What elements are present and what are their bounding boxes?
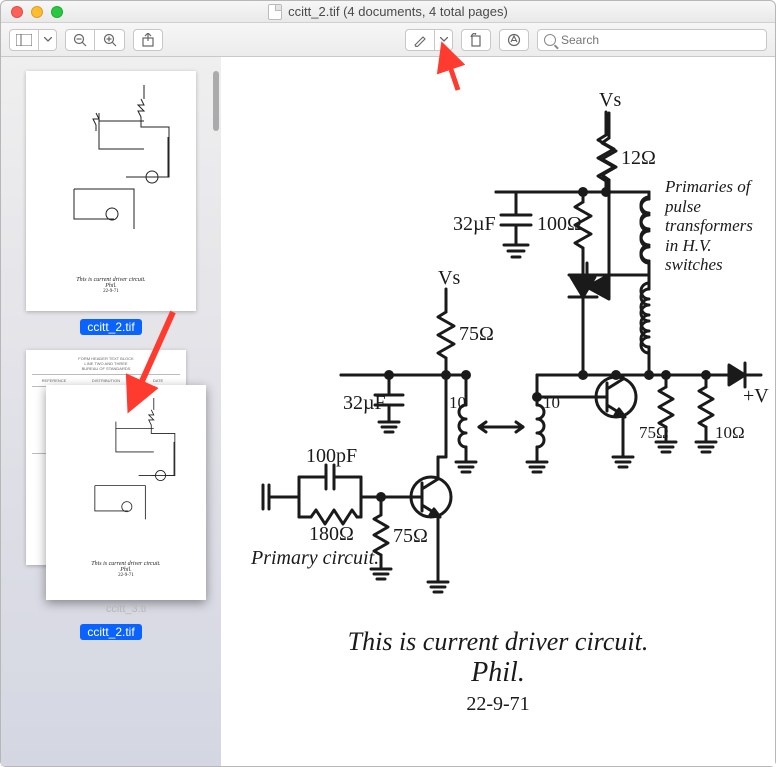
thumbnail-label: ccitt_2.tif (80, 319, 141, 335)
titlebar: ccitt_2.tif (4 documents, 4 total pages) (1, 1, 775, 23)
date: 22-9-71 (221, 693, 775, 716)
preview-window: ccitt_2.tif (4 documents, 4 total pages) (0, 0, 776, 767)
thumbnail-label: ccitt_2.tif (80, 624, 141, 640)
zoom-in-icon (103, 33, 117, 47)
label-12ohm: 12Ω (621, 147, 656, 170)
share-button[interactable] (133, 29, 163, 51)
label-l10b: 10 (543, 393, 560, 413)
chevron-down-icon (440, 37, 448, 42)
search-icon (544, 34, 556, 46)
ghost-label: ccitt_3.ti (46, 602, 206, 616)
search-field[interactable] (537, 29, 767, 51)
label-180ohm: 180Ω (309, 523, 354, 546)
zoom-out-button[interactable] (65, 29, 95, 51)
label-l10a: 10 (449, 393, 466, 413)
label-primaries: Primaries of pulse transformers in H.V. … (665, 177, 765, 275)
highlight-dropdown[interactable] (435, 29, 453, 51)
thumbnail-item[interactable]: FORM HEADER TEXT BLOCKLINE TWO AND THREE… (26, 350, 196, 641)
thumbnail-drag-stack: FORM HEADER TEXT BLOCKLINE TWO AND THREE… (26, 350, 196, 600)
zoom-out-icon (73, 33, 87, 47)
close-window-button[interactable] (11, 6, 23, 18)
signature: Phil. (221, 657, 775, 689)
search-input[interactable] (561, 33, 760, 47)
label-100ohm: 100Ω (537, 213, 582, 236)
rotate-button[interactable] (461, 29, 491, 51)
label-75b: 75Ω (393, 525, 428, 548)
zoom-in-button[interactable] (95, 29, 125, 51)
share-icon (142, 33, 154, 47)
zoom-window-button[interactable] (51, 6, 63, 18)
window-controls (1, 6, 63, 18)
label-10ohm: 10Ω (715, 423, 745, 443)
label-vs-top: Vs (599, 89, 621, 112)
chevron-down-icon (44, 37, 52, 42)
sidebar-icon (16, 34, 32, 46)
title-text: ccitt_2.tif (4 documents, 4 total pages) (288, 4, 508, 19)
caption: This is current driver circuit. (221, 627, 775, 657)
label-32uf-a: 32µF (453, 213, 496, 236)
label-primary-circuit: Primary circuit. (251, 547, 379, 569)
label-32uf-b: 32µF (343, 392, 386, 415)
highlight-button[interactable] (405, 29, 435, 51)
dragged-page: This is current driver circuit.Phil. 22-… (46, 385, 206, 600)
markup-icon (507, 33, 521, 47)
zoom-group (65, 29, 125, 51)
view-mode-group (9, 29, 57, 51)
sidebar-thumbnails-button[interactable] (9, 29, 39, 51)
thumbnail-item[interactable]: This is current driver circuit.Phil. 22-… (26, 71, 196, 336)
toolbar (1, 23, 775, 57)
document-icon (268, 4, 282, 20)
thumbnail-page: This is current driver circuit.Phil. 22-… (26, 71, 196, 311)
label-100pf: 100pF (306, 445, 357, 468)
markup-group (405, 29, 453, 51)
circuit-drawing: Vs 12Ω Primaries of pulse transformers i… (221, 57, 775, 766)
rotate-icon (469, 33, 483, 47)
document-view[interactable]: Vs 12Ω Primaries of pulse transformers i… (221, 57, 775, 766)
label-75a: 75Ω (459, 323, 494, 346)
view-mode-dropdown[interactable] (39, 29, 57, 51)
markup-toolbar-button[interactable] (499, 29, 529, 51)
pencil-icon (413, 33, 427, 47)
window-title: ccitt_2.tif (4 documents, 4 total pages) (1, 4, 775, 20)
sidebar-scrollbar[interactable] (213, 71, 219, 131)
label-75c: 75Ω (639, 423, 669, 443)
content-area: This is current driver circuit.Phil. 22-… (1, 57, 775, 766)
label-plusv: +V (743, 385, 769, 408)
minimize-window-button[interactable] (31, 6, 43, 18)
label-vs-left: Vs (438, 267, 460, 290)
thumbnail-sidebar[interactable]: This is current driver circuit.Phil. 22-… (1, 57, 221, 766)
